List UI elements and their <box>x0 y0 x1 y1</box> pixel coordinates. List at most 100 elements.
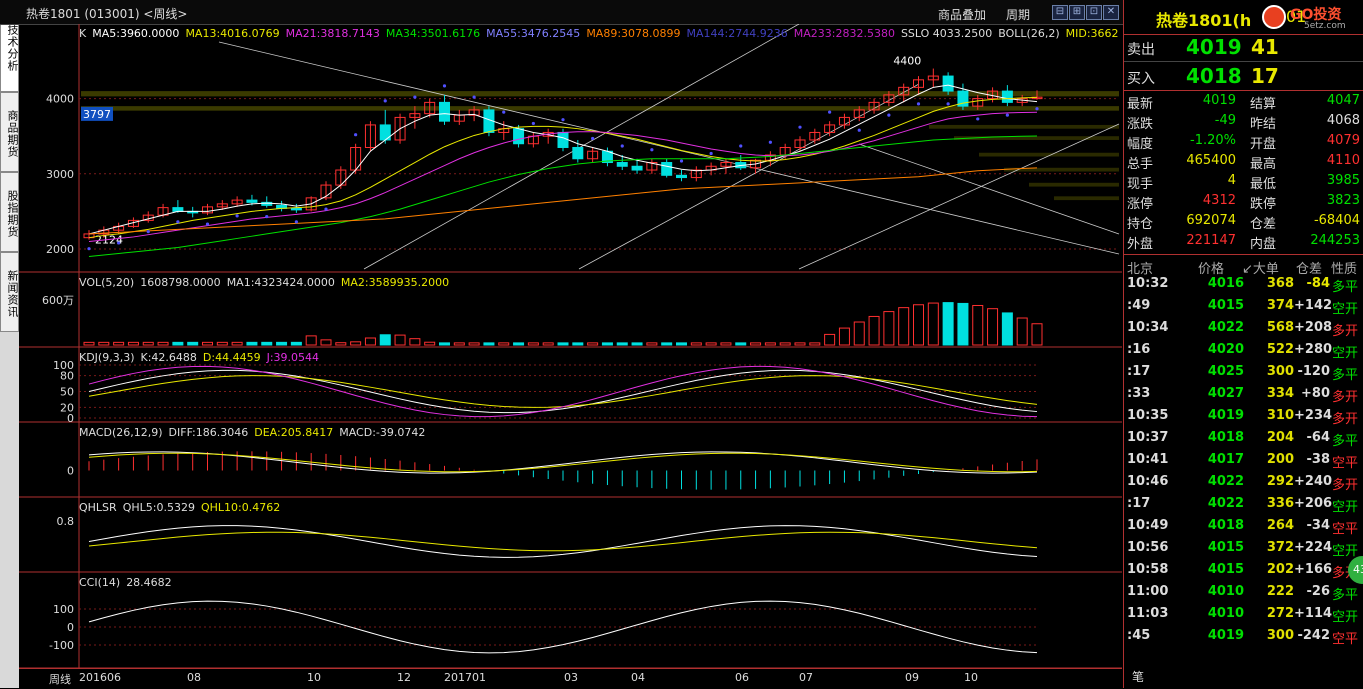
stat-value: -49 <box>1214 113 1236 128</box>
volume-bar <box>305 335 317 346</box>
candle-body <box>172 207 184 212</box>
volume-bar <box>1001 312 1013 346</box>
cci-value: 28.4682 <box>126 576 172 589</box>
trade-row[interactable]: 10:49 4018 264 -34 空平 <box>1124 518 1363 540</box>
stat-label: 最低 <box>1250 177 1277 192</box>
chart-area[interactable]: 2000 3000 4000 3797 4400 2124 600万 100 80 50 20 0 0 0… <box>19 24 1122 668</box>
trade-price: 4015 <box>1207 562 1244 577</box>
trade-oi-change: +206 <box>1294 496 1333 511</box>
stat-label: 现手 <box>1127 177 1154 192</box>
trades-list[interactable]: 10:32 4016 368 -84 多平:49 4015 374 +142 空开 10:34 40… <box>1124 276 1363 656</box>
trade-row[interactable]: 10:58 4015 202 +166 多开 <box>1124 562 1363 584</box>
price-band <box>929 124 1119 129</box>
stat-label: 最新 <box>1127 97 1154 112</box>
trade-row[interactable]: :49 4015 374 +142 空开 <box>1124 298 1363 320</box>
stat-label: 外盘 <box>1127 237 1154 252</box>
trades-header: 北京 价格 ↙大单 仓差 性质 <box>1124 254 1363 277</box>
restore-icon[interactable]: ⊞ <box>1069 5 1085 20</box>
trade-oi-change: +280 <box>1294 342 1333 357</box>
time-tick: 201701 <box>444 671 486 684</box>
overlay-commodity-link[interactable]: 商品叠加 <box>938 6 986 23</box>
volume-bar <box>142 341 154 346</box>
sar-dot <box>620 144 624 148</box>
y-tick-label: 4000 <box>46 93 74 106</box>
trade-row[interactable]: 10:35 4019 310 +234 多开 <box>1124 408 1363 430</box>
candle-body <box>942 75 954 92</box>
macd-dea-line <box>88 452 1038 473</box>
trade-price: 4016 <box>1207 276 1244 291</box>
trade-row[interactable]: 10:34 4022 568 +208 多开 <box>1124 320 1363 342</box>
trade-oi-change: +142 <box>1294 298 1333 313</box>
quote-stats: 最新 4019 结算 4047 涨跌 -49 昨结 4068 幅度 -1.20% 开盘 4079 总手 4… <box>1124 93 1363 255</box>
vol-legend: VOL(5,20) 1608798.0000 MA1:4323424.0000 MA2… <box>79 276 455 289</box>
volume-bar <box>853 321 865 346</box>
trade-volume: 272 <box>1266 606 1294 621</box>
stat-value: -1.20% <box>1190 133 1236 148</box>
trade-row[interactable]: :17 4022 336 +206 空开 <box>1124 496 1363 518</box>
trade-nature: 多平 <box>1332 368 1359 383</box>
sar-dot <box>235 214 239 218</box>
stat-label: 内盘 <box>1250 237 1277 252</box>
volume-bar <box>409 338 421 346</box>
trade-price: 4019 <box>1207 628 1244 643</box>
volume-bar <box>335 342 347 346</box>
trade-row[interactable]: 10:41 4017 200 -38 空平 <box>1124 452 1363 474</box>
trade-row[interactable]: :33 4027 334 +80 多开 <box>1124 386 1363 408</box>
trade-row[interactable]: 10:56 4015 372 +224 空开 <box>1124 540 1363 562</box>
stat-value: 692074 <box>1186 213 1236 228</box>
trade-price: 4010 <box>1207 606 1244 621</box>
trade-nature: 空平 <box>1332 632 1359 647</box>
volume-bar <box>172 341 184 346</box>
main-legend: K MA5:3960.0000 MA13:4016.0769 MA21:3818.71… <box>79 27 1125 40</box>
trade-nature: 空平 <box>1332 456 1359 471</box>
time-tick: 06 <box>735 671 749 684</box>
legend-ma34: MA34:3501.6176 <box>385 27 481 40</box>
trade-row[interactable]: 10:32 4016 368 -84 多平 <box>1124 276 1363 298</box>
quote-stat-row: 外盘 221147 内盘 244253 <box>1124 233 1363 253</box>
trade-row[interactable]: 10:46 4022 292 +240 多开 <box>1124 474 1363 496</box>
volume-bar <box>261 341 273 346</box>
stat-value: 4019 <box>1202 93 1236 108</box>
trade-row[interactable]: :45 4019 300 -242 空平 <box>1124 628 1363 650</box>
trade-nature: 多开 <box>1332 390 1359 405</box>
vol-tick: 600万 <box>42 294 74 307</box>
chart-canvas[interactable]: 200030004000379744002124600万100805020000… <box>19 24 1122 668</box>
qhlsr-qhl10-line <box>88 531 1038 552</box>
tab-news[interactable]: 新闻资讯 <box>0 252 19 332</box>
close-icon[interactable]: ✕ <box>1103 5 1119 20</box>
tab-index-futures[interactable]: 股指期货 <box>0 172 19 252</box>
volume-bar <box>809 342 821 346</box>
volume-bar <box>1031 323 1043 346</box>
time-tick: 10 <box>964 671 978 684</box>
volume-bar <box>320 339 332 346</box>
chart-title: 热卷1801 (013001) <周线> <box>26 7 188 21</box>
trade-volume: 300 <box>1266 364 1294 379</box>
volume-bar <box>246 341 258 346</box>
volume-bar <box>735 342 747 346</box>
sar-dot <box>976 117 980 121</box>
trade-oi-change: +224 <box>1294 540 1333 555</box>
period-link[interactable]: 周期 <box>1006 6 1030 23</box>
legend-mid: MID:3662 <box>1065 27 1119 40</box>
trade-volume: 368 <box>1266 276 1294 291</box>
trade-row[interactable]: 11:03 4010 272 +114 空开 <box>1124 606 1363 628</box>
sar-dot <box>887 113 891 117</box>
kdj-d: D:44.4459 <box>202 351 261 364</box>
maximize-icon[interactable]: ⊡ <box>1086 5 1102 20</box>
trade-row[interactable]: :16 4020 522 +280 空开 <box>1124 342 1363 364</box>
trade-volume: 222 <box>1266 584 1294 599</box>
buy-volume: 17 <box>1251 64 1279 88</box>
volume-bar <box>157 341 169 346</box>
trade-nature: 空开 <box>1332 346 1359 361</box>
stat-label: 涨跌 <box>1127 117 1154 132</box>
candle-body <box>1001 90 1013 103</box>
trade-price: 4018 <box>1207 518 1244 533</box>
trade-row[interactable]: :17 4025 300 -120 多平 <box>1124 364 1363 386</box>
stat-label: 开盘 <box>1250 137 1277 152</box>
trade-row[interactable]: 11:00 4010 222 -26 多平 <box>1124 584 1363 606</box>
minimize-icon[interactable]: ⊟ <box>1052 5 1068 20</box>
volume-bar <box>557 342 569 346</box>
tab-commodity-futures[interactable]: 商品期货 <box>0 92 19 172</box>
trade-row[interactable]: 10:37 4018 204 -64 多平 <box>1124 430 1363 452</box>
volume-bar <box>424 341 436 346</box>
